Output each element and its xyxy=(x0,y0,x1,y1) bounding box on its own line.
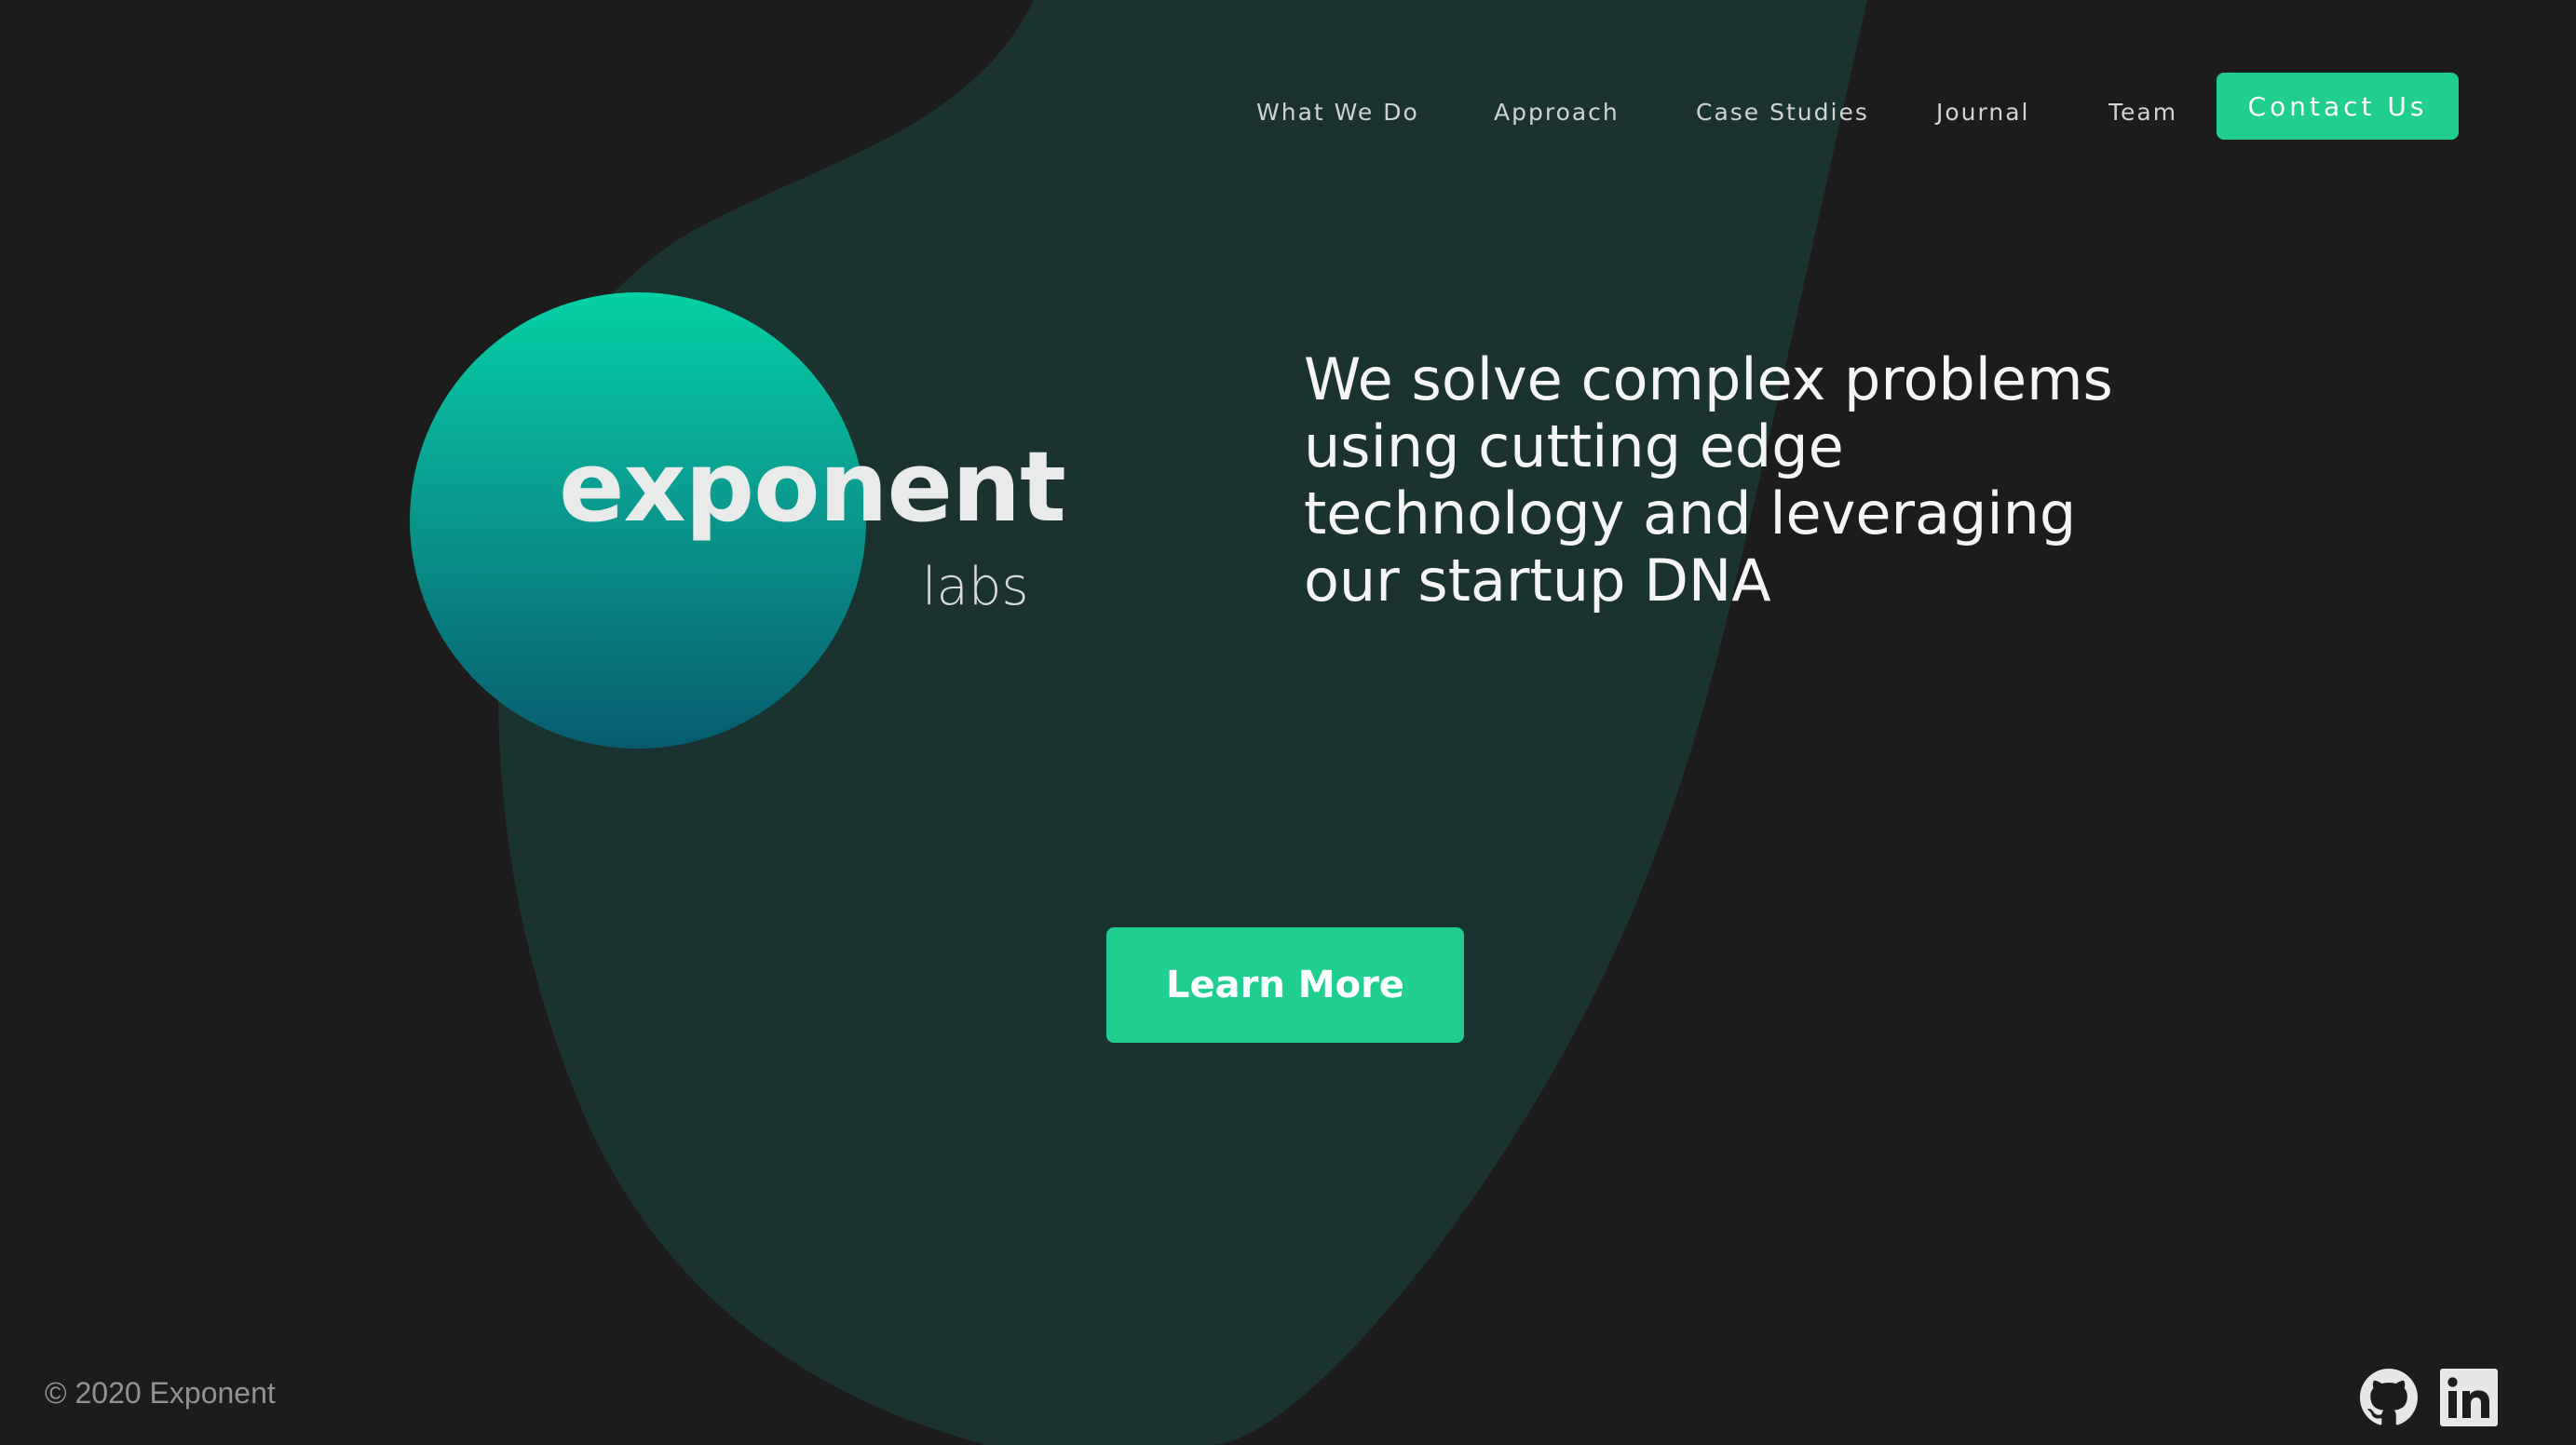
nav-item-approach[interactable]: Approach xyxy=(1494,99,1620,126)
logo-subtitle: labs xyxy=(922,557,1029,617)
nav-item-what-we-do[interactable]: What We Do xyxy=(1256,99,1419,126)
nav-item-case-studies[interactable]: Case Studies xyxy=(1696,99,1869,126)
learn-more-button[interactable]: Learn More xyxy=(1106,927,1464,1043)
background-blob-shape xyxy=(497,0,1867,1445)
logo-wordmark: exponent xyxy=(559,430,1066,544)
linkedin-icon[interactable] xyxy=(2440,1369,2498,1426)
nav-item-journal[interactable]: Journal xyxy=(1936,99,2029,126)
github-icon[interactable] xyxy=(2360,1369,2418,1426)
nav-item-team[interactable]: Team xyxy=(2108,99,2177,126)
tagline-line: We solve complex problems xyxy=(1304,345,2113,413)
hero-tagline: We solve complex problems using cutting … xyxy=(1304,346,2235,614)
tagline-line: technology and leveraging xyxy=(1304,479,2077,547)
top-navigation: What We Do Approach Case Studies Journal… xyxy=(0,0,2576,186)
footer-copyright: © 2020 Exponent xyxy=(45,1376,276,1410)
tagline-line: using cutting edge xyxy=(1304,412,1844,480)
contact-us-button[interactable]: Contact Us xyxy=(2217,73,2459,140)
tagline-line: our startup DNA xyxy=(1304,547,1771,614)
